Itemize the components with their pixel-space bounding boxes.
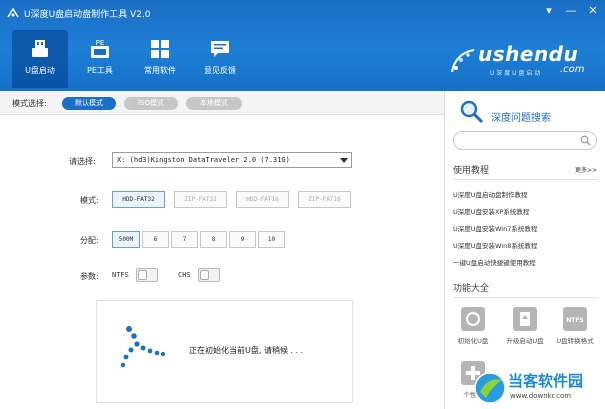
ntfs-label: NTFS <box>112 271 129 279</box>
tutorial-link[interactable]: U深度U盘安装Win7系统教程 <box>453 223 537 233</box>
right-panel: 深度问题搜索 使用教程 更多>> U深度U盘启动盘制作教程 U深度U盘安装XP系… <box>444 91 605 409</box>
tool-format-usb-label: 初始化U盘 <box>457 337 489 345</box>
tool-upgrade-usb[interactable]: 升级启动U盘 <box>503 305 547 349</box>
search-input[interactable] <box>453 131 597 150</box>
chs-toggle[interactable] <box>198 268 220 282</box>
ntfs-badge-text: NTFS <box>566 317 584 324</box>
feedback-icon <box>211 41 229 57</box>
tab-pe-tools-label: PE工具 <box>87 66 113 75</box>
tab-feedback-label: 意见反馈 <box>204 66 236 75</box>
ntfs-toggle[interactable] <box>136 268 158 282</box>
mode-bar: 模式选择: 默认模式 ISO模式 本地模式 <box>0 91 444 115</box>
title-bar: U深度U盘启动盘制作工具 V2.0 ▾ — ✕ <box>0 0 605 26</box>
alloc-option-10[interactable]: 10 <box>258 231 285 248</box>
tutorial-link[interactable]: U深度U盘安装Win8系统教程 <box>453 240 537 250</box>
search-icon <box>460 100 484 124</box>
mode-default-button[interactable]: 默认模式 <box>62 97 116 110</box>
menu-dropdown-icon[interactable]: ▾ <box>543 4 555 18</box>
watermark-text: 当客软件园 <box>508 372 584 390</box>
alloc-option-7[interactable]: 7 <box>171 231 198 248</box>
mode-local-button[interactable]: 本地模式 <box>186 97 242 110</box>
device-select-label: 请选择: <box>69 157 96 166</box>
tutorial-link[interactable]: U深度U盘启动盘制作教程 <box>453 189 528 199</box>
progress-status-text: 正在初始化当前U盘, 请稍候 . . . <box>189 346 304 355</box>
params-label: 参数: <box>80 272 99 281</box>
mode-option-zip-fat16[interactable]: ZIP-FAT16 <box>298 191 351 208</box>
chevron-down-icon <box>340 158 348 163</box>
tool-upgrade-usb-label: 升级启动U盘 <box>506 337 544 345</box>
tab-usb-boot-label: U盘启动 <box>25 66 55 75</box>
watermark-logo-icon <box>474 372 506 404</box>
mode-option-hdd-fat32[interactable]: HDD-FAT32 <box>112 191 165 208</box>
more-tutorials-link[interactable]: 更多>> <box>575 165 597 174</box>
tool-ntfs-convert[interactable]: NTFS U盘转换格式 <box>553 305 597 349</box>
tools-section-title: 功能大全 <box>453 284 490 294</box>
mode-select-label: 模式选择: <box>12 99 47 108</box>
brand-logo: ushendu .com U 深 度 U 盘 启 动 <box>448 42 598 82</box>
main-panel: 请选择: X: (hd3)Kingston DataTraveler 2.0 (… <box>0 115 444 409</box>
toggle-knob <box>138 270 147 280</box>
brand-subtitle: U 深 度 U 盘 启 动 <box>490 70 541 77</box>
search-section-title: 深度问题搜索 <box>491 113 551 124</box>
tool-ntfs-convert-label: U盘转换格式 <box>556 337 594 345</box>
pe-badge-text: PE <box>96 39 105 47</box>
apps-grid-icon <box>151 40 169 58</box>
usb-drive-icon <box>32 40 48 57</box>
tutorial-link[interactable]: 一键U盘启动快捷键使用教程 <box>453 257 536 267</box>
alloc-option-500m[interactable]: 500M <box>112 231 140 248</box>
tab-common-software-label: 常用软件 <box>144 66 176 75</box>
allocation-label: 分配: <box>80 236 99 245</box>
tab-feedback[interactable]: 意见反馈 <box>192 30 248 88</box>
close-icon[interactable]: ✕ <box>587 4 599 18</box>
header-band: U深度U盘启动盘制作工具 V2.0 ▾ — ✕ U盘启动 PE PE工具 常用软… <box>0 0 605 91</box>
alloc-option-6[interactable]: 6 <box>142 231 169 248</box>
upgrade-usb-icon <box>513 307 537 331</box>
mode-option-hdd-fat16[interactable]: HDD-FAT16 <box>236 191 289 208</box>
minimize-icon[interactable]: — <box>565 4 577 18</box>
brand-name: ushendu <box>478 42 579 66</box>
site-watermark: 当客软件园 www.downkr.com <box>470 366 605 409</box>
watermark-url: www.downkr.com <box>510 392 572 400</box>
loading-spinner-icon <box>120 326 166 368</box>
alloc-option-9[interactable]: 9 <box>229 231 256 248</box>
window-controls: ▾ — ✕ <box>543 4 599 18</box>
device-select[interactable]: X: (hd3)Kingston DataTraveler 2.0 (7.31G… <box>112 152 352 168</box>
tab-usb-boot[interactable]: U盘启动 <box>12 30 68 88</box>
tool-format-usb[interactable]: 初始化U盘 <box>451 305 495 349</box>
tutorial-section-title: 使用教程 <box>453 166 490 176</box>
chs-label: CHS <box>178 271 191 279</box>
tab-pe-tools[interactable]: PE PE工具 <box>72 30 128 88</box>
brand-swirl-icon <box>451 49 475 73</box>
ntfs-convert-icon: NTFS <box>563 307 587 331</box>
divider <box>453 297 598 298</box>
window-title: U深度U盘启动盘制作工具 V2.0 <box>24 10 151 20</box>
tutorial-link[interactable]: U深度U盘安装XP系统教程 <box>453 206 529 216</box>
alloc-option-8[interactable]: 8 <box>200 231 227 248</box>
mode-iso-button[interactable]: ISO模式 <box>124 97 178 110</box>
toggle-knob <box>200 270 209 280</box>
divider <box>453 179 598 180</box>
mode-option-zip-fat32[interactable]: ZIP-FAT32 <box>174 191 227 208</box>
progress-panel: 正在初始化当前U盘, 请稍候 . . . <box>96 300 353 403</box>
search-icon[interactable] <box>580 135 591 146</box>
main-nav: U盘启动 PE PE工具 常用软件 意见反馈 <box>12 30 248 88</box>
brand-com: .com <box>560 64 585 75</box>
app-logo-icon <box>7 7 19 18</box>
format-mode-label: 模式: <box>80 196 99 205</box>
tab-common-software[interactable]: 常用软件 <box>132 30 188 88</box>
pe-tool-icon: PE <box>91 39 109 58</box>
format-usb-icon <box>461 307 485 331</box>
device-select-value: X: (hd3)Kingston DataTraveler 2.0 (7.31G… <box>117 156 290 164</box>
